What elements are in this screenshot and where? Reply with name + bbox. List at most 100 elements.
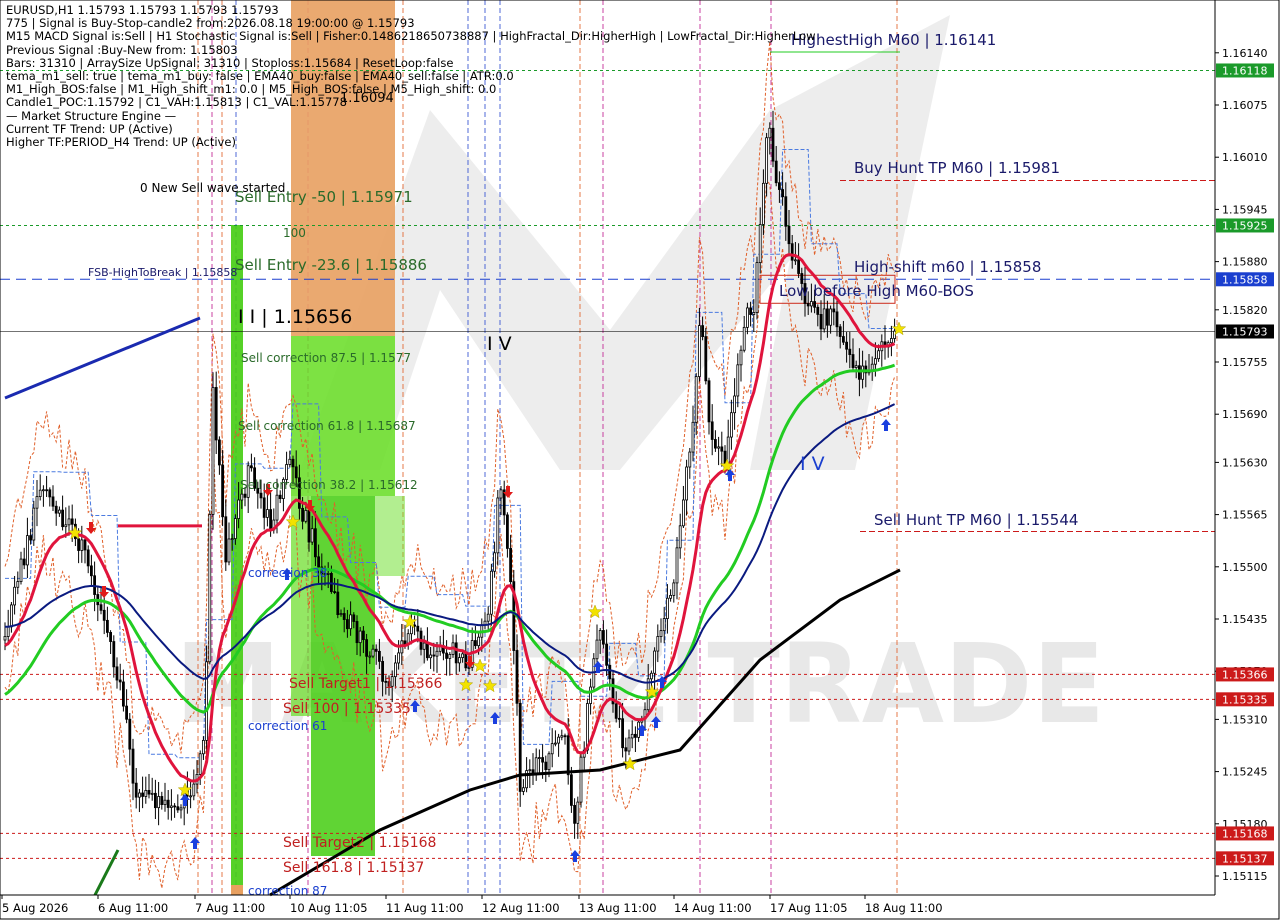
candle-body bbox=[618, 717, 621, 720]
candle-body bbox=[131, 748, 135, 784]
time-tick-label: 14 Aug 11:00 bbox=[674, 901, 752, 915]
annotation-label: Sell correction 38.2 | 1.15612 bbox=[240, 478, 418, 492]
candle-body bbox=[368, 655, 372, 658]
candle-body bbox=[291, 458, 295, 468]
candle-body bbox=[416, 625, 420, 632]
candle-body bbox=[762, 182, 765, 225]
annotation-label: Sell Entry -23.6 | 1.15886 bbox=[235, 256, 427, 274]
candle-body bbox=[489, 570, 493, 615]
candle-body bbox=[445, 652, 449, 659]
candle-body bbox=[278, 494, 282, 499]
price-level-tag-label: 1.15366 bbox=[1222, 668, 1268, 681]
candle-body bbox=[128, 718, 132, 750]
candle-body bbox=[13, 586, 16, 606]
candle-body bbox=[473, 640, 477, 647]
candle-body bbox=[739, 349, 743, 366]
candle-body bbox=[634, 733, 637, 738]
candle-body bbox=[397, 652, 401, 664]
candle-body bbox=[192, 783, 196, 797]
candle-body bbox=[22, 558, 26, 566]
candle-body bbox=[86, 549, 90, 567]
candle-body bbox=[694, 376, 698, 423]
candle-body bbox=[243, 493, 247, 498]
candle-body bbox=[838, 326, 842, 337]
annotation-label: Sell 100 | 1.15335 bbox=[283, 701, 411, 717]
candle-body bbox=[810, 301, 813, 307]
candle-body bbox=[51, 496, 55, 507]
candle-body bbox=[32, 507, 36, 541]
candle-body bbox=[730, 412, 733, 438]
annotation-label: Buy Hunt TP M60 | 1.15981 bbox=[854, 159, 1060, 177]
candle-body bbox=[662, 618, 666, 632]
annotation-label: Low before High M60-BOS bbox=[779, 282, 974, 300]
info-line-poc: Candle1_POC:1.15792 | C1_VAH:1.15813 | C… bbox=[6, 95, 347, 110]
candle-body bbox=[173, 805, 177, 808]
candle-body bbox=[557, 736, 560, 744]
candle-body bbox=[125, 705, 128, 720]
candle-body bbox=[787, 225, 791, 245]
candle-body bbox=[509, 548, 513, 583]
candle-body bbox=[345, 619, 349, 630]
candle-body bbox=[240, 493, 244, 501]
time-tick-label: 13 Aug 11:00 bbox=[579, 901, 657, 915]
candle-body bbox=[851, 354, 855, 368]
candle-body bbox=[429, 654, 433, 659]
candle-body bbox=[861, 365, 864, 380]
candle-body bbox=[262, 497, 266, 518]
annotation-label: HighestHigh M60 | 1.16141 bbox=[791, 31, 996, 49]
candle-body bbox=[333, 591, 337, 593]
candle-body bbox=[624, 747, 628, 752]
annotation-label: 100 bbox=[283, 226, 306, 240]
candle-body bbox=[122, 681, 125, 707]
price-tick-label: 1.16075 bbox=[1222, 99, 1268, 112]
candle-body bbox=[461, 653, 465, 658]
candle-body bbox=[890, 338, 893, 344]
info-line-previous: Previous Signal :Buy-New from: 1.15803 bbox=[6, 42, 238, 57]
candle-body bbox=[265, 509, 269, 518]
candle-body bbox=[822, 308, 826, 330]
candle-body bbox=[746, 307, 749, 328]
candle-body bbox=[176, 806, 180, 811]
candle-body bbox=[339, 613, 343, 616]
candle-body bbox=[720, 446, 724, 452]
candle-body bbox=[669, 594, 672, 599]
candle-body bbox=[70, 518, 74, 525]
candle-body bbox=[425, 642, 429, 659]
candle-body bbox=[214, 387, 218, 441]
candle-body bbox=[493, 552, 497, 572]
candle-body bbox=[301, 507, 305, 522]
candle-body bbox=[653, 650, 656, 674]
candle-body bbox=[141, 792, 145, 797]
candle-body bbox=[371, 648, 375, 657]
candle-body bbox=[560, 735, 564, 738]
candle-body bbox=[189, 795, 193, 798]
price-level-tag-label: 1.15858 bbox=[1222, 273, 1268, 286]
candle-body bbox=[595, 639, 599, 660]
info-line-bars: Bars: 31310 | ArraySize UpSignal: 31310 … bbox=[6, 55, 454, 70]
candle-body bbox=[25, 535, 29, 566]
candle-body bbox=[570, 774, 573, 806]
candle-body bbox=[16, 581, 20, 588]
candle-body bbox=[83, 539, 87, 551]
candle-body bbox=[752, 312, 756, 315]
candle-body bbox=[736, 364, 740, 397]
candle-body bbox=[672, 582, 676, 596]
candle-body bbox=[307, 510, 311, 543]
candle-body bbox=[169, 805, 173, 808]
candle-body bbox=[432, 654, 436, 657]
candle-body bbox=[106, 619, 109, 633]
candle-body bbox=[579, 756, 583, 803]
candle-body bbox=[816, 306, 820, 315]
candle-body bbox=[794, 259, 797, 262]
candle-body bbox=[99, 604, 103, 611]
candle-body bbox=[627, 737, 631, 752]
candle-body bbox=[9, 604, 13, 628]
candle-body bbox=[45, 489, 48, 492]
annotation-label: I V bbox=[800, 453, 825, 475]
candle-body bbox=[237, 499, 241, 519]
candle-body bbox=[774, 160, 778, 184]
annotation-label: Sell Target2 | 1.15168 bbox=[283, 835, 436, 851]
candle-body bbox=[304, 510, 308, 522]
candle-body bbox=[102, 609, 106, 621]
candle-body bbox=[361, 630, 365, 641]
